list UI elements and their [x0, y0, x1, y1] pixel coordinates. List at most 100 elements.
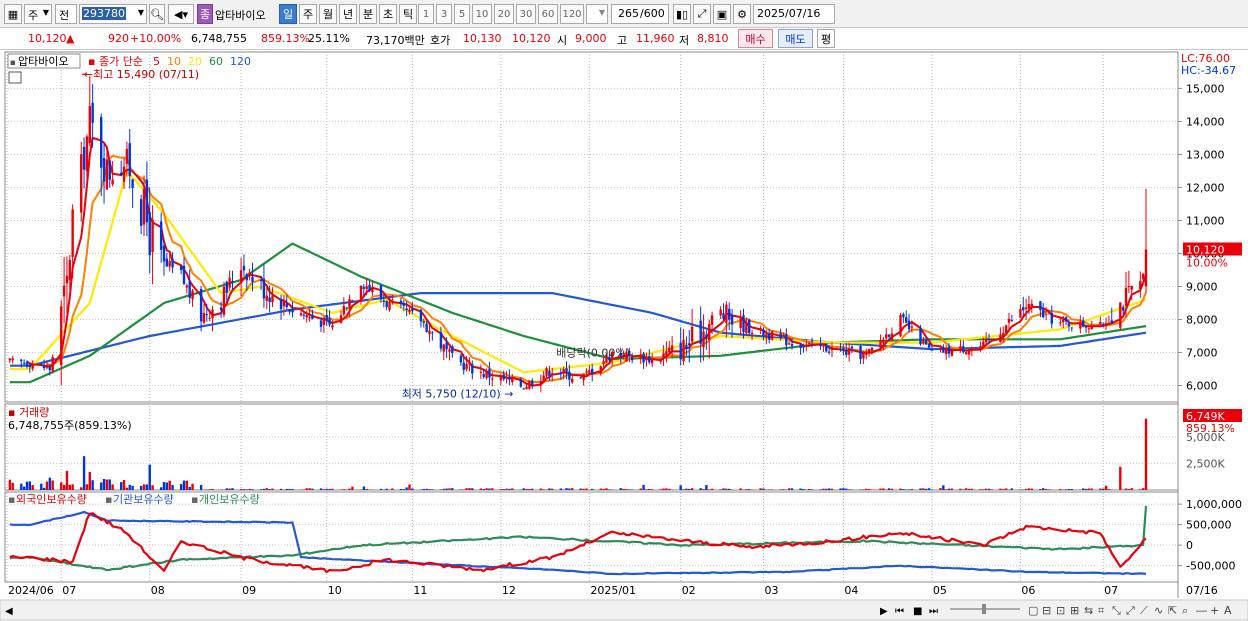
volume-bar [1144, 418, 1148, 490]
price-tick-label: 6,000 [1186, 379, 1218, 392]
candle-body [602, 361, 605, 365]
volume-bar [80, 487, 83, 490]
volume-bar [1024, 489, 1028, 490]
candle-body [722, 313, 725, 319]
candle-body [51, 356, 54, 372]
candle-body [982, 341, 985, 348]
candle-body [745, 321, 748, 334]
candle-body [1024, 307, 1028, 309]
candle-body [927, 343, 931, 348]
volume-bar [902, 489, 905, 490]
candle-body [188, 281, 191, 298]
candle-body [705, 334, 708, 339]
candle-body [1067, 323, 1071, 327]
volume-bar [431, 489, 434, 490]
candle-body [142, 189, 146, 225]
volume-bar [88, 472, 91, 490]
price-tick-label: 7,000 [1186, 346, 1218, 359]
volume-bar [285, 488, 288, 490]
volume-bar [790, 488, 794, 490]
candle-body [128, 143, 131, 177]
candle-body [825, 343, 828, 352]
candle-body [1022, 307, 1025, 311]
candle-body [365, 286, 368, 290]
candle-body [348, 299, 351, 309]
volume-bar [239, 489, 243, 490]
candle-body [182, 265, 186, 284]
candle-body [408, 309, 411, 312]
candle-body [1062, 319, 1065, 323]
volume-bar [599, 488, 602, 490]
volume-bar [565, 488, 568, 490]
candle-body [62, 285, 66, 297]
candle-body [879, 340, 882, 348]
candle-body [905, 317, 908, 323]
candle-body [445, 342, 448, 350]
volume-bar [171, 485, 174, 490]
candle-body [750, 332, 754, 335]
volume-bar [505, 488, 508, 490]
volume-bar [531, 488, 534, 490]
candle-body [362, 286, 366, 289]
volume-bar [622, 488, 625, 490]
volume-bar [639, 488, 642, 490]
volume-bar [1067, 488, 1071, 490]
volume-bar [82, 456, 86, 490]
candle-body [91, 102, 94, 123]
volume-bar [1124, 488, 1128, 490]
volume-bar [468, 488, 471, 490]
volume-bar [311, 488, 314, 490]
candle-body [1127, 286, 1131, 288]
volume-bar [759, 488, 762, 490]
candle-body [668, 347, 671, 353]
candle-body [222, 286, 226, 315]
volume-bar [362, 486, 366, 490]
x-axis-tick-label: 06 [1021, 584, 1035, 597]
volume-bar [970, 488, 974, 490]
volume-bar [899, 488, 902, 490]
volume-bar [408, 484, 411, 490]
volume-bar [511, 488, 514, 490]
volume-bar [662, 488, 665, 490]
volume-bar [291, 488, 294, 490]
candle-body [1039, 301, 1042, 311]
candle-body [548, 370, 551, 377]
zoom-out-icon: ― [1196, 604, 1207, 617]
x-axis-tick-label: 10 [328, 584, 342, 597]
candle-body [999, 334, 1002, 342]
volume-bar [165, 482, 169, 490]
candle-body [579, 377, 582, 379]
volume-bar [379, 488, 383, 490]
volume-bar [1119, 466, 1122, 490]
x-axis-tick-label: 03 [764, 584, 778, 597]
x-axis-tick-label: 08 [151, 584, 165, 597]
candle-body [765, 334, 768, 338]
volume-bar [62, 484, 66, 490]
volume-bar [20, 483, 23, 490]
candle-body [239, 270, 243, 283]
volume-bar [702, 489, 705, 490]
tool-trend-icon: ⟋ [1140, 604, 1148, 617]
candle-body [345, 307, 348, 309]
candle-body [48, 367, 52, 371]
volume-bar [508, 488, 511, 490]
volume-bar [465, 488, 468, 490]
candle-body [71, 209, 74, 257]
candle-body [1144, 249, 1148, 287]
volume-bar [739, 488, 742, 490]
volume-bar [642, 484, 645, 490]
zoom-in-icon: + [1210, 604, 1219, 617]
candle-body [442, 344, 445, 352]
stock-chart[interactable]: 2024/06 07 08 09 10 11 12 2025/01 02 03 04 05 06 07 07… [0, 0, 1248, 621]
volume-bar [251, 489, 254, 490]
volume-bar [499, 489, 503, 490]
candle-body [205, 314, 209, 316]
volume-bar [819, 489, 822, 490]
candle-body [325, 315, 328, 321]
volume-bar [571, 488, 574, 490]
candle-body [970, 347, 974, 351]
volume-bar [45, 481, 49, 490]
volume-bar [551, 488, 554, 490]
volume-bar [659, 489, 662, 490]
candle-body [42, 366, 46, 369]
